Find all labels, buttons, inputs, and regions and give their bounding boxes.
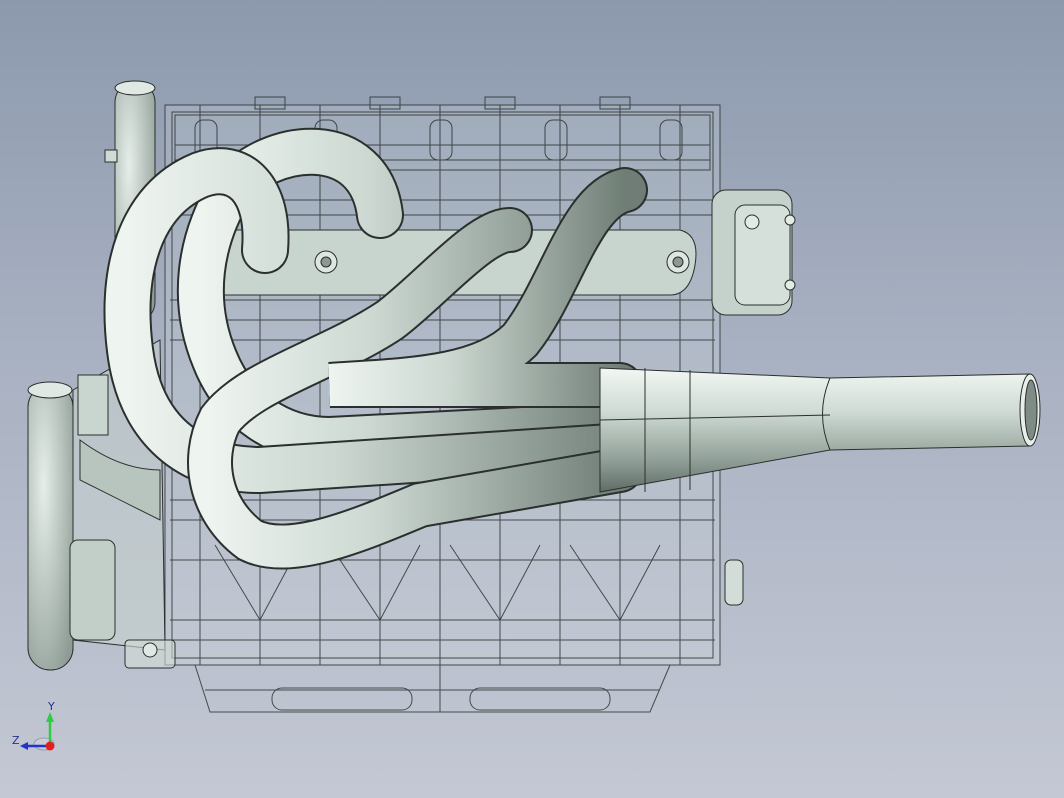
crank-pulley [27, 381, 74, 671]
cad-3d-viewport[interactable] [0, 0, 1064, 798]
y-axis-arrow-icon [46, 712, 54, 722]
axis-triad: Y Z [12, 700, 55, 751]
z-axis-label: Z [12, 734, 20, 747]
exhaust-collector [599, 367, 1041, 493]
block-edges [124, 639, 176, 669]
z-axis-arrow-icon [20, 742, 28, 750]
y-axis-label: Y [47, 700, 55, 713]
x-axis-dot [45, 741, 55, 751]
